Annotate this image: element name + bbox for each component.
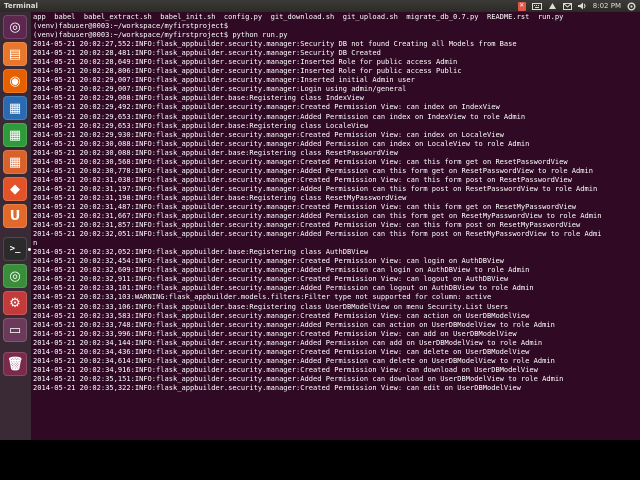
terminal-line: 2014-05-21 20:02:31,857:INFO:flask_appbu… [33, 220, 581, 230]
terminal-line: 2014-05-21 20:02:32,052:INFO:flask_appbu… [33, 247, 369, 257]
terminal-line: (venv)fabuser@0003:~/workspace/myfirstpr… [33, 30, 288, 40]
terminal-line: 2014-05-21 20:02:34,144:INFO:flask_appbu… [33, 337, 543, 347]
terminal-line: 2014-05-21 20:02:35,322:INFO:flask_appbu… [33, 382, 521, 392]
settings-icon[interactable]: ⚙ [3, 291, 27, 315]
terminal-line: 2014-05-21 20:02:29,008:INFO:flask_appbu… [33, 93, 364, 103]
terminal-line: 2014-05-21 20:02:29,007:INFO:flask_appbu… [33, 75, 415, 85]
network-icon[interactable] [548, 2, 557, 11]
top-panel: Terminal ✕ 8:02 PM [0, 0, 640, 12]
terminal-line: 2014-05-21 20:02:30,088:INFO:flask_appbu… [33, 147, 398, 157]
terminal-line: 2014-05-21 20:02:33,748:INFO:flask_appbu… [33, 319, 555, 329]
workspace-icon[interactable]: ▭ [3, 318, 27, 342]
terminal-line: 2014-05-21 20:02:33,106:INFO:flask_appbu… [33, 301, 509, 311]
terminal-line: 2014-05-21 20:02:28,806:INFO:flask_appbu… [33, 66, 462, 76]
terminal-line: 2014-05-21 20:02:31,667:INFO:flask_appbu… [33, 211, 602, 221]
ubuntu-one-icon[interactable]: U [3, 204, 27, 228]
terminal-line: 2014-05-21 20:02:34,614:INFO:flask_appbu… [33, 355, 555, 365]
files-icon[interactable]: ▤ [3, 42, 27, 66]
keyboard-icon[interactable] [531, 2, 542, 11]
firefox-icon[interactable]: ◉ [3, 69, 27, 93]
trash-icon[interactable]: 🗑 [3, 352, 27, 376]
terminal-line: 2014-05-21 20:02:33,101:INFO:flask_appbu… [33, 283, 534, 293]
terminal-line: 2014-05-21 20:02:33,583:INFO:flask_appbu… [33, 310, 530, 320]
terminal-line: 2014-05-21 20:02:29,653:INFO:flask_appbu… [33, 111, 526, 121]
terminal-line: 2014-05-21 20:02:30,778:INFO:flask_appbu… [33, 165, 594, 175]
terminal-line: n [33, 238, 38, 248]
terminal-line: 2014-05-21 20:02:30,568:INFO:flask_appbu… [33, 156, 568, 166]
software-center-icon[interactable]: ◆ [3, 177, 27, 201]
window-title: Terminal [4, 2, 38, 10]
terminal-line: 2014-05-21 20:02:32,609:INFO:flask_appbu… [33, 265, 530, 275]
terminal-line: (venv)fabuser@0003:~/workspace/myfirstpr… [33, 21, 229, 31]
terminal-line: 2014-05-21 20:02:32,051:INFO:flask_appbu… [33, 229, 602, 239]
impress-icon[interactable]: ▦ [3, 150, 27, 174]
terminal-line: 2014-05-21 20:02:29,492:INFO:flask_appbu… [33, 102, 500, 112]
clock[interactable]: 8:02 PM [593, 2, 621, 11]
terminal-line: 2014-05-21 20:02:31,198:INFO:flask_appbu… [33, 192, 407, 202]
close-icon[interactable]: ✕ [517, 1, 526, 11]
terminal-line: 2014-05-21 20:02:34,916:INFO:flask_appbu… [33, 364, 538, 374]
terminal-line: 2014-05-21 20:02:27,552:INFO:flask_appbu… [33, 39, 517, 49]
mail-icon[interactable] [562, 2, 572, 11]
system-tray: ✕ 8:02 PM [517, 0, 636, 12]
volume-icon[interactable] [577, 2, 587, 11]
terminal-line: 2014-05-21 20:02:30,088:INFO:flask_appbu… [33, 138, 530, 148]
terminal-line: 2014-05-21 20:02:29,007:INFO:flask_appbu… [33, 84, 407, 94]
terminal-line: 2014-05-21 20:02:31,197:INFO:flask_appbu… [33, 183, 598, 193]
terminal-line: 2014-05-21 20:02:28,481:INFO:flask_appbu… [33, 48, 381, 58]
terminal-line: 2014-05-21 20:02:33,103:WARNING:flask_ap… [33, 292, 492, 302]
terminal-line: 2014-05-21 20:02:29,930:INFO:flask_appbu… [33, 129, 504, 139]
desktop-bottom [0, 440, 640, 480]
terminal-line: app babel babel_extract.sh babel_init.sh… [33, 12, 564, 21]
terminal-line: 2014-05-21 20:02:28,649:INFO:flask_appbu… [33, 57, 458, 67]
terminal-line: 2014-05-21 20:02:32,454:INFO:flask_appbu… [33, 256, 504, 266]
power-gear-icon[interactable] [627, 2, 636, 11]
ubuntu-dash-icon[interactable]: ◎ [3, 15, 27, 39]
terminal-line: 2014-05-21 20:02:31,487:INFO:flask_appbu… [33, 201, 577, 211]
chrome-icon[interactable]: ◎ [3, 264, 27, 288]
launcher: ◎ ▤ ◉ ▦ ▦ ▦ ◆ U >_ ◎ ⚙ ▭ 🗑 [0, 12, 31, 440]
calc-icon[interactable]: ▦ [3, 123, 27, 147]
terminal-line: 2014-05-21 20:02:35,151:INFO:flask_appbu… [33, 373, 564, 383]
writer-icon[interactable]: ▦ [3, 96, 27, 120]
terminal-icon[interactable]: >_ [3, 237, 27, 261]
terminal-output[interactable]: app babel babel_extract.sh babel_init.sh… [31, 12, 640, 440]
terminal-line: 2014-05-21 20:02:29,653:INFO:flask_appbu… [33, 120, 369, 130]
terminal-line: 2014-05-21 20:02:34,436:INFO:flask_appbu… [33, 346, 530, 356]
terminal-line: 2014-05-21 20:02:31,038:INFO:flask_appbu… [33, 174, 572, 184]
terminal-line: 2014-05-21 20:02:32,911:INFO:flask_appbu… [33, 274, 509, 284]
terminal-line: 2014-05-21 20:02:33,996:INFO:flask_appbu… [33, 328, 517, 338]
